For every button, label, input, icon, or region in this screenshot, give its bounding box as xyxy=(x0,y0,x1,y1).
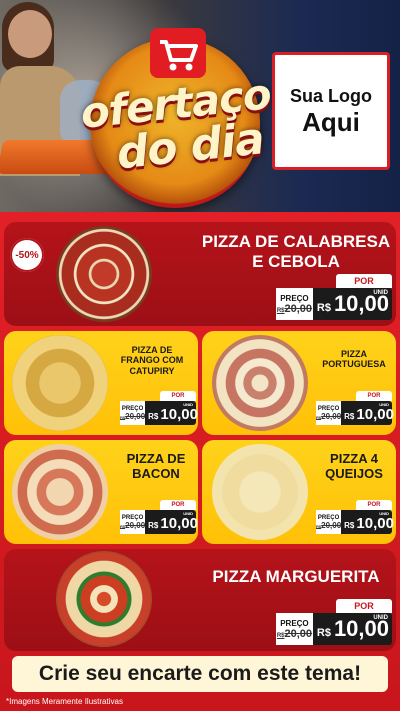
price-tag: POR PREÇO R$20,00 R$ 10,00 UNID xyxy=(276,274,392,320)
unit-label: UNID xyxy=(379,402,389,407)
price-block: PREÇO R$20,00 R$ 10,00 UNID xyxy=(120,401,198,425)
old-price-box: PREÇO R$20,00 xyxy=(120,510,146,534)
por-label: POR xyxy=(160,391,196,401)
old-price-box: PREÇO R$20,00 xyxy=(276,288,313,320)
product-name-line2: PORTUGUESA xyxy=(322,359,386,370)
price-block: PREÇO R$20,00 R$ 10,00 UNID xyxy=(316,401,394,425)
product-card-calabresa[interactable]: -50% PIZZA DE CALABRESA E CEBOLA POR PRE… xyxy=(4,222,396,326)
product-name-line1: PIZZA 4 xyxy=(330,451,378,466)
currency: R$ xyxy=(148,412,159,421)
price-value: 10,00 xyxy=(356,515,394,532)
pizza-marguerita-image xyxy=(56,551,152,647)
product-name-line2: BACON xyxy=(132,465,180,481)
new-price: R$ 10,00 xyxy=(145,406,198,425)
logo-placeholder[interactable]: Sua Logo Aqui xyxy=(272,52,390,170)
pizza-bacon-image xyxy=(12,444,108,540)
new-price: R$ 10,00 xyxy=(145,515,198,534)
price-tag: POR PREÇO R$20,00 R$ 10,00 UNID xyxy=(120,500,198,534)
currency: R$ xyxy=(316,302,331,314)
product-card-4-queijos[interactable]: PIZZA 4 QUEIJOS POR PREÇO R$20,00 R$ 10,… xyxy=(202,440,396,544)
price-block: PREÇO R$20,00 R$ 10,00 UNID xyxy=(276,613,392,645)
old-price-box: PREÇO R$20,00 xyxy=(316,510,342,534)
old-price: R$20,00 xyxy=(316,520,342,530)
shopping-cart-icon xyxy=(150,28,206,78)
price-value: 10,00 xyxy=(356,406,394,423)
currency: R$ xyxy=(316,627,331,639)
unit-label: UNID xyxy=(183,402,193,407)
product-name: PIZZA DE CALABRESA E CEBOLA xyxy=(200,232,392,271)
currency: R$ xyxy=(344,412,355,421)
discount-badge: -50% xyxy=(10,238,44,272)
currency: R$ xyxy=(344,521,355,530)
old-price-box: PREÇO R$20,00 xyxy=(316,401,342,425)
product-card-marguerita[interactable]: PIZZA MARGUERITA POR PREÇO R$20,00 R$ 10… xyxy=(4,549,396,651)
old-price: R$20,00 xyxy=(120,411,146,421)
product-name-line2: QUEIJOS xyxy=(325,465,383,481)
price-block: PREÇO R$20,00 R$ 10,00 UNID xyxy=(316,510,394,534)
product-name-line1: PIZZA xyxy=(341,349,367,359)
currency: R$ xyxy=(148,521,159,530)
product-name: PIZZA DE BACON xyxy=(116,451,196,482)
old-price-box: PREÇO R$20,00 xyxy=(276,613,313,645)
pizza-calabresa-image xyxy=(56,226,152,322)
price-value: 10,00 xyxy=(160,515,198,532)
product-name-line1: PIZZA MARGUERITA xyxy=(212,567,380,586)
preco-label: PREÇO xyxy=(280,293,309,303)
product-name-line2: E CEBOLA xyxy=(252,251,340,271)
price-block: PREÇO R$20,00 R$ 10,00 UNID xyxy=(276,288,392,320)
unit-label: UNID xyxy=(183,511,193,516)
old-price: R$20,00 xyxy=(316,411,342,421)
pizza-4-queijos-image xyxy=(212,444,308,540)
por-label: POR xyxy=(336,599,392,613)
unit-label: UNID xyxy=(379,511,389,516)
unit-label: UNID xyxy=(373,615,388,621)
logo-line1: Sua Logo xyxy=(290,86,372,106)
cta-banner[interactable]: Crie seu encarte com este tema! xyxy=(12,656,388,692)
product-name-line1: PIZZA DE xyxy=(131,345,173,355)
por-label: POR xyxy=(356,391,392,401)
product-card-portuguesa[interactable]: PIZZA PORTUGUESA POR PREÇO R$20,00 R$ 10… xyxy=(202,331,396,435)
product-name: PIZZA DE FRANGO COM CATUPIRY xyxy=(108,345,196,376)
price-tag: POR PREÇO R$20,00 R$ 10,00 UNID xyxy=(316,500,394,534)
product-card-frango[interactable]: PIZZA DE FRANGO COM CATUPIRY POR PREÇO R… xyxy=(4,331,198,435)
offer-title: ofertaço do dia xyxy=(74,69,282,180)
unit-label: UNID xyxy=(373,290,388,296)
pizza-portuguesa-image xyxy=(212,335,308,431)
price-value: 10,00 xyxy=(160,406,198,423)
price-tag: POR PREÇO R$20,00 R$ 10,00 UNID xyxy=(316,391,394,425)
product-name: PIZZA MARGUERITA xyxy=(200,567,392,587)
preco-label: PREÇO xyxy=(280,618,309,628)
por-label: POR xyxy=(336,274,392,288)
product-name-line3: CATUPIRY xyxy=(129,365,175,376)
header-banner: ofertaço do dia Sua Logo Aqui xyxy=(0,0,400,212)
product-name: PIZZA PORTUGUESA xyxy=(314,349,394,370)
product-name-line1: PIZZA DE xyxy=(126,451,186,466)
old-price: R$20,00 xyxy=(276,302,313,315)
product-card-bacon[interactable]: PIZZA DE BACON POR PREÇO R$20,00 R$ 10,0… xyxy=(4,440,198,544)
price-tag: POR PREÇO R$20,00 R$ 10,00 UNID xyxy=(120,391,198,425)
disclaimer-text: *Imagens Meramente Ilustrativas xyxy=(6,697,123,706)
product-name-line2: FRANGO COM xyxy=(120,355,184,366)
price-block: PREÇO R$20,00 R$ 10,00 UNID xyxy=(120,510,198,534)
old-price: R$20,00 xyxy=(276,627,313,640)
product-name-line1: PIZZA DE CALABRESA xyxy=(201,232,391,251)
new-price: R$ 10,00 xyxy=(341,406,396,425)
pizza-frango-image xyxy=(12,335,108,431)
price-tag: POR PREÇO R$20,00 R$ 10,00 UNID xyxy=(276,599,392,645)
old-price: R$20,00 xyxy=(120,520,146,530)
logo-line2: Aqui xyxy=(302,107,360,137)
por-label: POR xyxy=(356,500,392,510)
product-name: PIZZA 4 QUEIJOS xyxy=(314,451,394,482)
old-price-box: PREÇO R$20,00 xyxy=(120,401,146,425)
new-price: R$ 10,00 xyxy=(341,515,396,534)
por-label: POR xyxy=(160,500,196,510)
